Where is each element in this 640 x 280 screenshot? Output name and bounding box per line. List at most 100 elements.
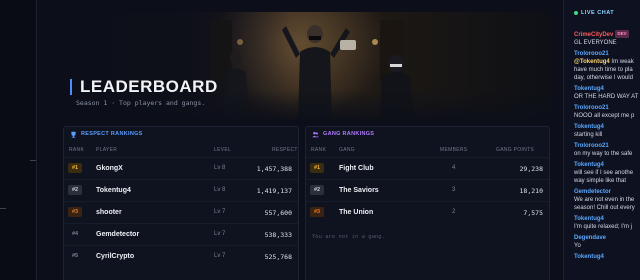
col-rank: RANK	[311, 147, 327, 153]
gang-members: 3	[452, 187, 456, 193]
player-level: Lv 7	[214, 253, 226, 259]
chat-text: season! Chill out every	[574, 205, 635, 211]
trophy-icon	[71, 131, 76, 138]
chat-text: on my way to the safe	[574, 151, 633, 157]
player-name[interactable]: Tokentug4	[96, 187, 131, 194]
rank-badge: #5	[71, 253, 79, 259]
chat-username[interactable]: Tokentug4	[574, 161, 640, 169]
chat-username[interactable]: Trolorooo21	[574, 50, 640, 58]
chat-text: I'm quite relaxed; I'm j	[574, 224, 632, 230]
chat-message: Trolorooo21 @Tokentug4 Im weak have much…	[564, 50, 640, 82]
live-chat-panel: LIVE CHAT CrimeCityDev DEV GL EVERYONE Tr…	[563, 0, 640, 280]
chat-text: starting kill	[574, 132, 603, 138]
col-respect: RESPECT	[272, 147, 298, 153]
respect-rankings-panel: RESPECT RANKINGS RANK PLAYER LEVEL RESPE…	[63, 126, 299, 280]
gang-points: 29,238	[519, 165, 543, 173]
gang-rankings-panel: GANG RANKINGS RANK GANG MEMBERS GANG POI…	[305, 126, 550, 280]
gang-name[interactable]: The Saviors	[339, 187, 379, 194]
col-player: PLAYER	[96, 147, 118, 153]
page-subtitle: Season 1 · Top players and gangs.	[76, 99, 206, 107]
chat-text: OR THE HARD WAY AT	[574, 94, 639, 100]
gang-name[interactable]: Fight Club	[339, 165, 374, 172]
player-level: Lv 8	[214, 165, 226, 171]
gang-rankings-header: GANG RANKINGS	[306, 127, 549, 141]
table-row[interactable]: #1 Fight Club 4 29,238	[306, 157, 549, 179]
player-level: Lv 7	[214, 231, 226, 237]
chat-username[interactable]: Degendave	[574, 234, 640, 242]
table-row[interactable]: #1 GkongX Lv 8 1,457,388	[64, 157, 298, 179]
chat-message: Trolorooo21 on my way to the safe	[564, 142, 640, 158]
chat-message: CrimeCityDev DEV GL EVERYONE	[564, 30, 640, 47]
chat-username[interactable]: Trolorooo21	[574, 142, 640, 150]
gang-members: 2	[452, 209, 456, 215]
player-respect: 538,333	[264, 231, 292, 239]
player-name[interactable]: Gemdetector	[96, 231, 139, 238]
chat-username[interactable]: Trolorooo21	[574, 104, 640, 112]
rank-badge: #1	[310, 163, 324, 173]
gang-column-headers: RANK GANG MEMBERS GANG POINTS	[306, 141, 549, 157]
player-level: Lv 8	[214, 187, 226, 193]
player-respect: 1,457,388	[256, 165, 292, 173]
col-rank: RANK	[69, 147, 85, 153]
gang-rankings-title: GANG RANKINGS	[323, 131, 375, 137]
left-rail	[0, 0, 37, 280]
table-row[interactable]: #2 The Saviors 3 18,210	[306, 179, 549, 201]
chat-message: Tokentug4 OR THE HARD WAY AT	[564, 85, 640, 101]
chat-username[interactable]: Tokentug4	[574, 85, 640, 93]
table-row[interactable]: #4 Gemdetector Lv 7 538,333	[64, 223, 298, 245]
chat-username[interactable]: CrimeCityDev DEV	[574, 30, 640, 39]
chat-message: Tokentug4 will see if I see anothe way s…	[564, 161, 640, 185]
player-name[interactable]: CyrilCrypto	[96, 253, 134, 260]
rank-badge: #1	[68, 163, 82, 173]
chat-message: Tokentug4 starting kill	[564, 123, 640, 139]
player-respect: 1,419,137	[256, 187, 292, 195]
rank-badge: #4	[71, 231, 79, 237]
chat-text: NOOO all except me p	[574, 113, 635, 119]
chat-message: Gemdetector We are not even in the seaso…	[564, 188, 640, 212]
page-title: LEADERBOARD	[70, 78, 218, 95]
col-members: MEMBERS	[440, 147, 468, 153]
chat-text: way simple like that	[574, 178, 627, 184]
chat-message: Tokentug4	[564, 253, 640, 261]
users-icon	[312, 131, 319, 137]
col-gang-points: GANG POINTS	[496, 147, 535, 153]
player-name[interactable]: shooter	[96, 209, 122, 216]
gang-points: 7,575	[523, 209, 543, 217]
rank-badge: #3	[310, 207, 324, 217]
table-row[interactable]: #3 shooter Lv 7 557,600	[64, 201, 298, 223]
chat-username[interactable]: Tokentug4	[574, 215, 640, 223]
player-level: Lv 7	[214, 209, 226, 215]
table-row[interactable]: #5 CyrilCrypto Lv 7 525,768	[64, 245, 298, 267]
rail-divider	[0, 208, 6, 209]
gang-members: 4	[452, 165, 456, 171]
chat-username[interactable]: Tokentug4	[574, 253, 640, 261]
table-row[interactable]: #3 The Union 2 7,575	[306, 201, 549, 223]
no-gang-note: You are not in a gang.	[312, 234, 385, 240]
gang-points: 18,210	[519, 187, 543, 195]
chat-message: Degendave Yo	[564, 234, 640, 250]
chat-message: Trolorooo21 NOOO all except me p	[564, 104, 640, 120]
col-gang: GANG	[339, 147, 355, 153]
chat-text: GL EVERYONE	[574, 40, 617, 46]
chat-mention: @Tokentug4	[574, 59, 610, 65]
gang-name[interactable]: The Union	[339, 209, 373, 216]
rank-badge: #3	[68, 207, 82, 217]
respect-rankings-header: RESPECT RANKINGS	[64, 127, 298, 141]
rail-divider	[30, 160, 36, 161]
player-respect: 557,600	[264, 209, 292, 217]
table-row[interactable]: #2 Tokentug4 Lv 8 1,419,137	[64, 179, 298, 201]
chat-text: day, otherwise I would	[574, 75, 633, 81]
main-content: LEADERBOARD Season 1 · Top players and g…	[38, 0, 562, 280]
chat-text: Yo	[574, 243, 581, 249]
player-name[interactable]: GkongX	[96, 165, 123, 172]
chat-username[interactable]: Gemdetector	[574, 188, 640, 196]
live-chat-header: LIVE CHAT	[564, 0, 640, 30]
chat-text: We are not even in the	[574, 197, 635, 203]
live-chat-title: LIVE CHAT	[581, 10, 615, 16]
respect-column-headers: RANK PLAYER LEVEL RESPECT	[64, 141, 298, 157]
player-respect: 525,768	[264, 253, 292, 261]
chat-text: @Tokentug4 Im weak	[574, 59, 634, 65]
dev-badge: DEV	[615, 30, 629, 38]
chat-message: Tokentug4 I'm quite relaxed; I'm j	[564, 215, 640, 231]
chat-username[interactable]: Tokentug4	[574, 123, 640, 131]
